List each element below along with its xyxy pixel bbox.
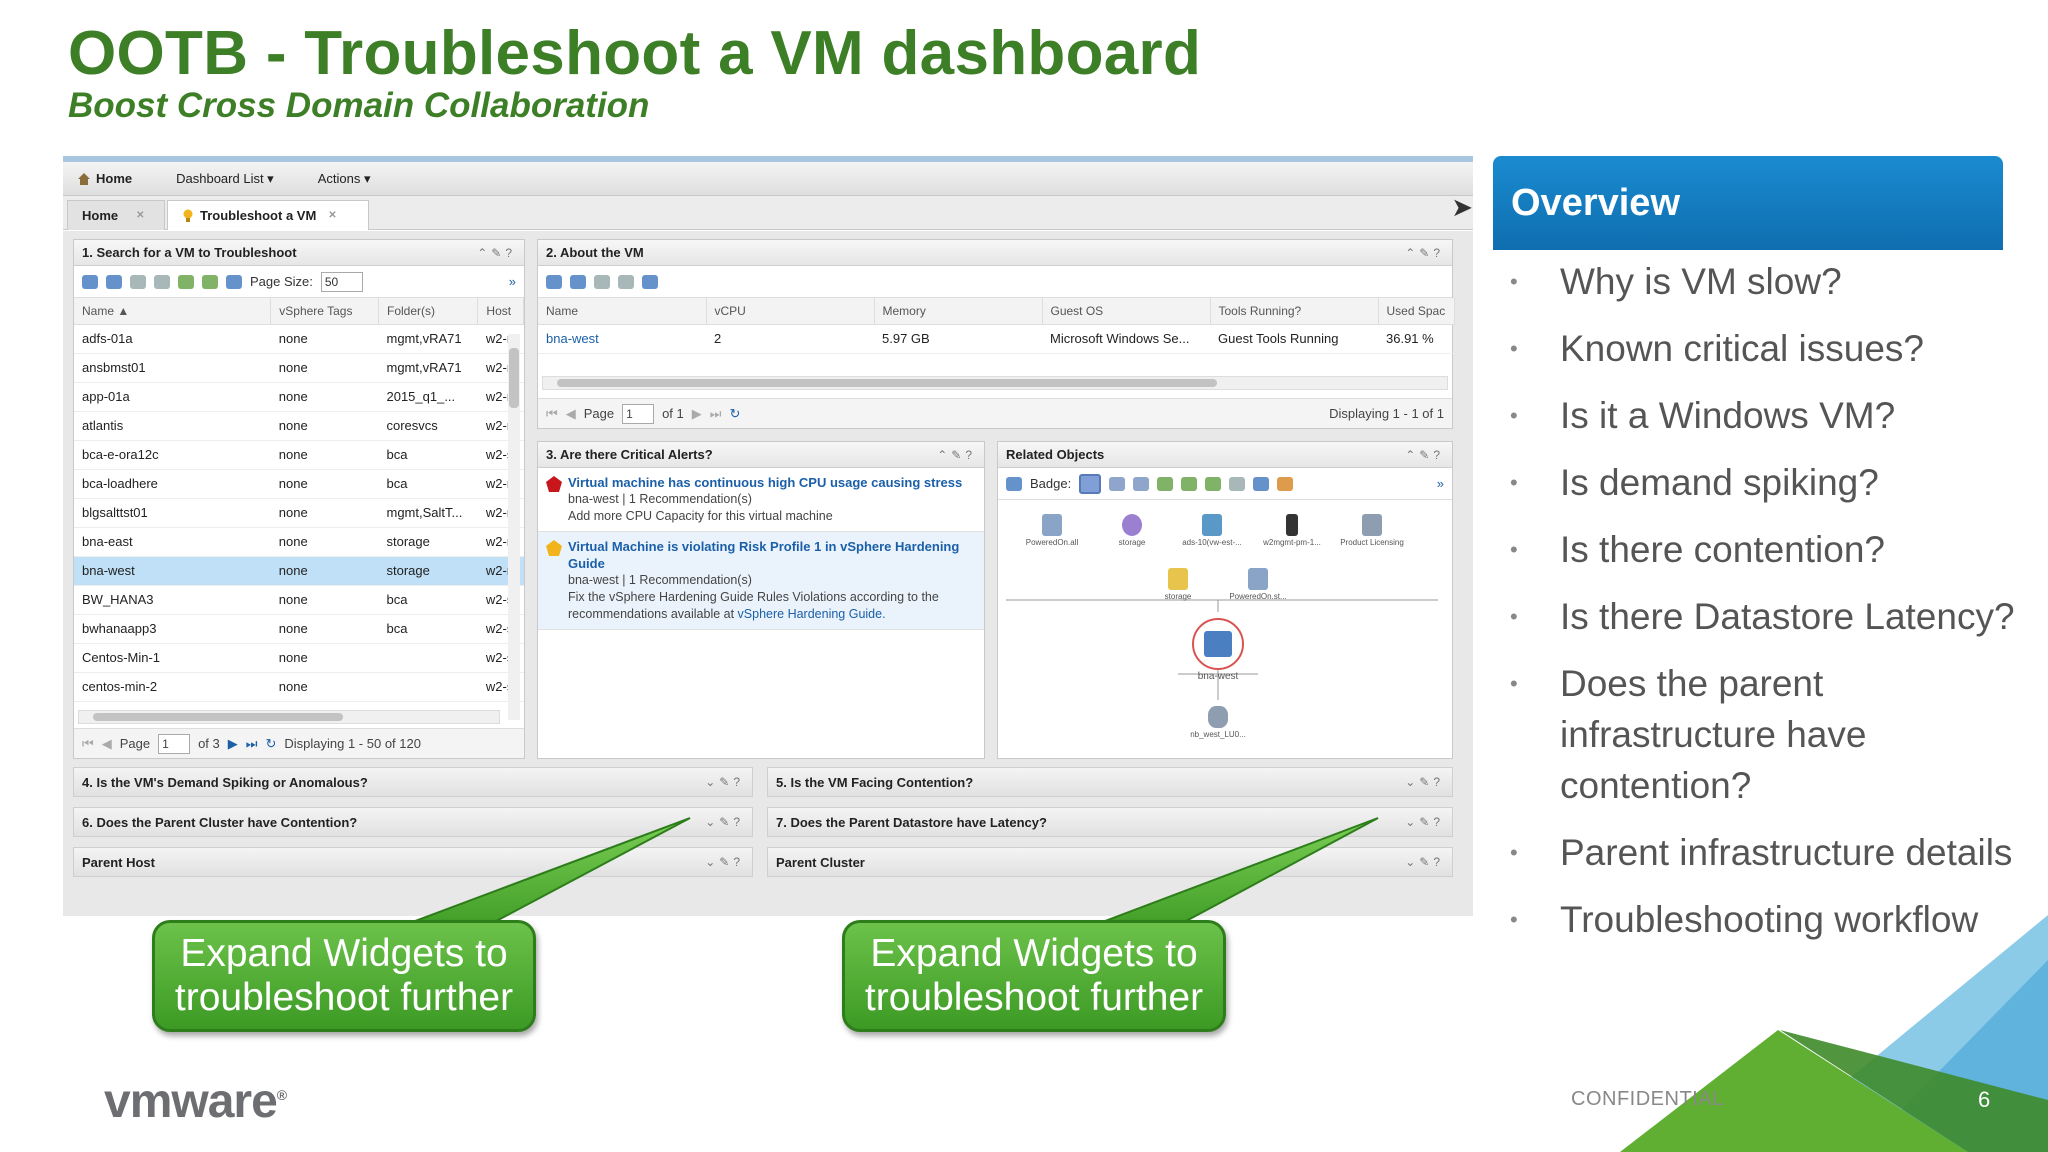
page-number: 6 — [1978, 1087, 1991, 1112]
logo-text: vmware — [104, 1075, 278, 1128]
logo-mark: ® — [276, 1087, 287, 1103]
slide: OOTB - Troubleshoot a VM dashboard Boost… — [0, 0, 2048, 1152]
confidential-label: CONFIDENTIAL — [1571, 1088, 1724, 1110]
corner-decoration — [1620, 915, 2048, 1152]
vmware-logo: vmware® — [104, 1074, 287, 1129]
